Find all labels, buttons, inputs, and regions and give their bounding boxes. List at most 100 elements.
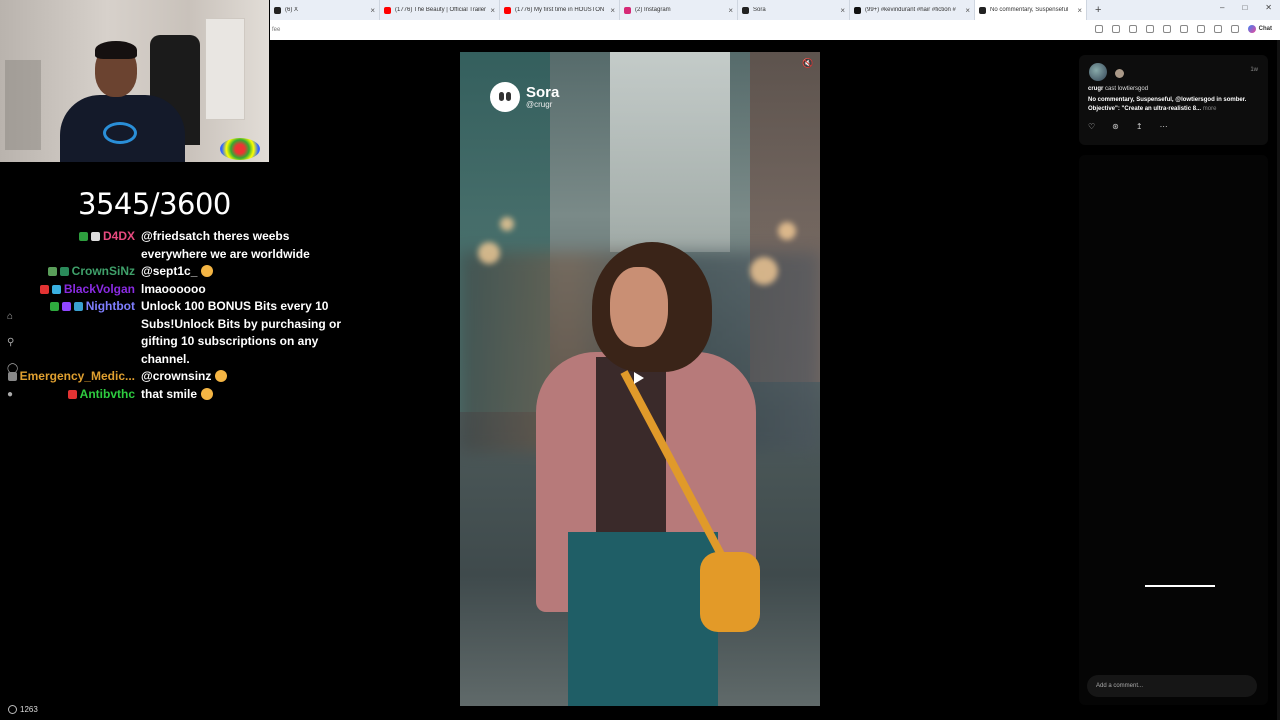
chat-text: @sept1c_ [141, 263, 353, 281]
post-author[interactable]: crugr [1088, 86, 1103, 92]
favorite-star-icon[interactable] [1128, 25, 1137, 33]
minimize-icon[interactable]: – [1220, 3, 1224, 12]
collections-icon[interactable] [1179, 25, 1188, 33]
close-icon[interactable]: × [728, 6, 733, 15]
chat-username[interactable]: CrownSiNz [72, 263, 135, 281]
webcam-shirt-logo [103, 122, 137, 144]
chat-message: BlackVolgan lmaoooooo [0, 281, 360, 299]
tab-title: Sora [753, 7, 766, 13]
copilot-chat-button[interactable]: Chat [1247, 25, 1272, 33]
video-bokeh-light [500, 217, 514, 231]
profile-icon[interactable] [1213, 25, 1222, 33]
post-cast[interactable]: cast lowtiersgod [1105, 86, 1148, 92]
window-controls: – □ ✕ [1220, 3, 1272, 12]
translate-icon[interactable] [1111, 25, 1120, 33]
browser-tab[interactable]: (1776) My first time in HOUSTON × [500, 0, 620, 20]
close-icon[interactable]: × [840, 6, 845, 15]
sora-watermark: Sora @crugr [490, 82, 559, 112]
chat-text: @friedsatch theres weebs everywhere we a… [141, 228, 353, 263]
emote-icon [201, 387, 214, 400]
tab-favicon-icon [504, 6, 511, 14]
comment-input[interactable]: Add a comment... [1087, 675, 1257, 697]
post-caption-text: No commentary, Suspenseful, @lowtiersgod… [1088, 97, 1247, 112]
address-bar[interactable]: fee Chat [270, 20, 1280, 40]
mute-icon[interactable]: 🔇 [802, 58, 814, 70]
post-more-link[interactable]: more [1203, 106, 1217, 112]
browser-tab[interactable]: Sora × [738, 0, 850, 20]
address-text[interactable]: fee [272, 27, 280, 33]
chat-user[interactable]: BlackVolgan [39, 281, 135, 299]
more-icon[interactable]: ⋯ [1160, 122, 1168, 131]
chat-message: CrownSiNz @sept1c_ [0, 263, 360, 281]
close-icon[interactable]: × [965, 6, 970, 15]
refresh-icon[interactable] [1145, 25, 1154, 33]
sora-watermark-title: Sora [526, 84, 560, 101]
video-bokeh-light [478, 242, 500, 264]
chat-user[interactable]: CrownSiNz [47, 263, 135, 281]
close-window-icon[interactable]: ✕ [1265, 3, 1272, 12]
read-aloud-icon[interactable] [1094, 25, 1103, 33]
chat-user[interactable]: Nightbot [49, 298, 135, 316]
browser-tab[interactable]: (6) X × [270, 0, 380, 20]
webcam-door [205, 18, 245, 120]
tab-title: (2) Instagram [635, 7, 671, 13]
post-card: 1w crugr cast lowtiersgod No commentary,… [1079, 55, 1268, 145]
chat-badge-icon [39, 284, 49, 294]
chat-message: Emergency_Medic... @crownsinz [0, 368, 360, 386]
close-icon[interactable]: × [370, 6, 375, 15]
author-avatar[interactable] [1089, 63, 1107, 81]
heart-icon[interactable]: ♡ [1088, 122, 1095, 131]
chat-username[interactable]: D4DX [103, 228, 135, 246]
maximize-icon[interactable]: □ [1242, 3, 1247, 12]
emote-icon [201, 265, 214, 277]
post-actions: ♡ ⊛ ↥ ⋯ [1088, 122, 1168, 131]
new-tab-button[interactable]: + [1095, 4, 1101, 16]
copilot-icon [1247, 25, 1256, 33]
chat-badge-icon [49, 302, 59, 312]
chat-text-content: Unlock 100 BONUS Bits every 10 Subs!Unlo… [141, 299, 342, 366]
browser-tab[interactable]: (2) Instagram × [620, 0, 738, 20]
chat-user[interactable]: D4DX [78, 228, 135, 246]
close-icon[interactable]: × [1077, 6, 1082, 15]
tab-title: No commentary, Suspenseful [990, 7, 1069, 13]
stream-chat: D4DX @friedsatch theres weebs everywhere … [0, 228, 360, 403]
chat-user[interactable]: Antibvthc [67, 386, 135, 404]
webcam-toy [220, 138, 260, 160]
post-author-line: crugr cast lowtiersgod [1088, 86, 1148, 92]
chat-user[interactable]: Emergency_Medic... [7, 368, 135, 386]
remix-icon[interactable]: ⊛ [1112, 122, 1119, 131]
comments-drag-handle[interactable] [1145, 585, 1215, 587]
chat-text-content: @crownsinz [141, 369, 212, 383]
chat-text-content: @friedsatch theres weebs everywhere we a… [141, 229, 310, 261]
chat-message: D4DX @friedsatch theres weebs everywhere … [0, 228, 360, 263]
chat-username[interactable]: Antibvthc [80, 386, 135, 404]
browser-tab[interactable]: (99+) #kevindurant #hair #fiction # × [850, 0, 975, 20]
share-icon[interactable]: ↥ [1136, 122, 1143, 131]
browser-tab[interactable]: No commentary, Suspenseful × [975, 0, 1087, 20]
close-icon[interactable]: × [490, 6, 495, 15]
play-icon[interactable] [634, 372, 644, 384]
cast-avatar[interactable] [1115, 69, 1124, 78]
chat-badge-icon [78, 232, 88, 242]
chat-message: Antibvthc that smile [0, 386, 360, 404]
extensions-icon[interactable] [1162, 25, 1171, 33]
chat-username[interactable]: Nightbot [86, 298, 135, 316]
downloads-icon[interactable] [1196, 25, 1205, 33]
chat-badge-icon [7, 372, 17, 382]
close-icon[interactable]: × [610, 6, 615, 15]
settings-more-icon[interactable] [1230, 25, 1239, 33]
sora-video-player[interactable]: Sora @crugr 🔇 [460, 52, 820, 706]
chat-text: lmaoooooo [141, 281, 353, 299]
viewer-count-value: 1263 [20, 705, 38, 714]
post-time: 1w [1250, 67, 1258, 73]
browser-tab[interactable]: (1776) The Beauty | Official Trailer × [380, 0, 500, 20]
sora-watermark-handle: @crugr [526, 100, 553, 109]
tab-title: (1776) My first time in HOUSTON [515, 7, 605, 13]
tab-favicon-icon [742, 6, 749, 14]
chat-username[interactable]: Emergency_Medic... [20, 368, 135, 386]
chat-username[interactable]: BlackVolgan [64, 281, 135, 299]
chat-text-content: lmaoooooo [141, 281, 206, 296]
tab-favicon-icon [624, 6, 631, 14]
chat-badge-icon [73, 302, 83, 312]
tab-favicon-icon [384, 6, 391, 14]
